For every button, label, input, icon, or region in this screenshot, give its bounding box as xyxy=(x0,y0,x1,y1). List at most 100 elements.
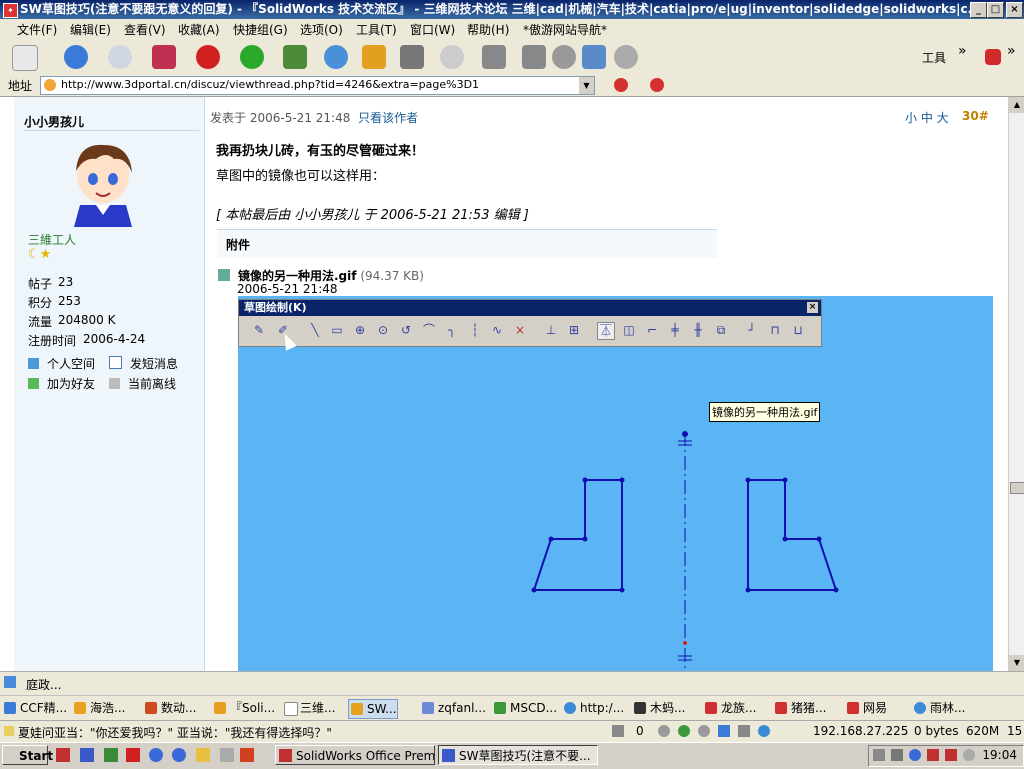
folder-icon[interactable] xyxy=(196,748,210,762)
attachment-name[interactable]: 镜像的另一种用法.gif xyxy=(238,269,356,283)
globe-icon[interactable] xyxy=(440,45,464,69)
users-icon[interactable] xyxy=(582,45,606,69)
add-friend-link[interactable]: 加为好友 xyxy=(28,375,95,392)
tab-label[interactable]: 海浩... xyxy=(90,701,125,715)
tab-label[interactable]: MSCD... xyxy=(510,701,557,715)
tab-label[interactable]: http:/... xyxy=(580,701,624,715)
send-message-label[interactable]: 发短消息 xyxy=(130,357,178,371)
trash-icon[interactable] xyxy=(612,725,624,737)
address-input[interactable]: http://www.3dportal.cn/discuz/viewthread… xyxy=(40,76,595,95)
font-size-buttons[interactable]: 小 中 大 xyxy=(905,109,949,126)
tab-label[interactable]: 网易 xyxy=(863,701,887,715)
tab-zhuzhu[interactable]: 猪猪... xyxy=(773,699,826,717)
toolbar-more[interactable]: » xyxy=(958,43,967,59)
camera-icon[interactable] xyxy=(400,45,424,69)
add-friend-label[interactable]: 加为好友 xyxy=(47,377,95,391)
tray-icon[interactable] xyxy=(891,749,903,761)
tab-ccf[interactable]: CCF精... xyxy=(2,699,67,717)
menu-view[interactable]: 查看(V) xyxy=(124,22,166,38)
back-icon[interactable] xyxy=(64,45,88,69)
quicklaunch-icon[interactable] xyxy=(56,748,70,762)
tab-label[interactable]: zqfanl... xyxy=(438,701,486,715)
address-url[interactable]: http://www.3dportal.cn/discuz/viewthread… xyxy=(61,78,479,91)
quicklaunch-icon[interactable] xyxy=(80,748,94,762)
tab-longzu[interactable]: 龙族... xyxy=(703,699,756,717)
favorites-icon[interactable] xyxy=(324,45,348,69)
taskbar-browser[interactable]: SW草图技巧(注意不要... xyxy=(438,745,598,765)
status-icon[interactable] xyxy=(718,725,730,737)
tab-solidworks-forum[interactable]: 『Soli... xyxy=(212,699,275,717)
alpha-icon[interactable] xyxy=(362,45,386,69)
send-message-link[interactable]: 发短消息 xyxy=(109,355,178,372)
author-name[interactable]: 小小男孩儿 xyxy=(24,113,84,130)
scroll-thumb[interactable] xyxy=(1010,482,1024,494)
menu-window[interactable]: 窗口(W) xyxy=(410,22,455,38)
tab-label[interactable]: 龙族... xyxy=(721,701,756,715)
quicklaunch-icon[interactable] xyxy=(126,748,140,762)
tab-shudong[interactable]: 数动... xyxy=(143,699,196,717)
status-icon[interactable] xyxy=(658,725,670,737)
tab-netease[interactable]: 网易 xyxy=(845,699,887,717)
toolbar-more-right[interactable]: » xyxy=(1007,43,1016,59)
task-label[interactable]: SW草图技巧(注意不要... xyxy=(459,749,591,763)
tab-label[interactable]: 木蚂... xyxy=(650,701,685,715)
quicklaunch-icon[interactable] xyxy=(240,748,254,762)
tab-mscd[interactable]: MSCD... xyxy=(492,699,557,717)
tray-icon[interactable] xyxy=(945,749,957,761)
quicklaunch-icon[interactable] xyxy=(104,748,118,762)
brand-icon[interactable] xyxy=(985,49,1001,65)
menu-file[interactable]: 文件(F) xyxy=(17,22,57,38)
personal-space-label[interactable]: 个人空间 xyxy=(47,357,95,371)
tab-label[interactable]: SW... xyxy=(367,702,397,716)
tab-haihao[interactable]: 海浩... xyxy=(72,699,125,717)
personal-space-link[interactable]: 个人空间 xyxy=(28,355,95,372)
tab-label[interactable]: 雨林... xyxy=(930,701,965,715)
timer-icon[interactable] xyxy=(614,45,638,69)
stop-icon[interactable] xyxy=(196,45,220,69)
restore-button[interactable]: □ xyxy=(987,2,1004,18)
start-label[interactable]: Start xyxy=(19,749,53,763)
tab-label[interactable]: 猪猪... xyxy=(791,701,826,715)
start-button[interactable]: Start xyxy=(2,745,53,765)
stop-small-icon[interactable] xyxy=(614,78,628,92)
status-icon[interactable] xyxy=(678,725,690,737)
vertical-scrollbar[interactable]: ▲ ▼ xyxy=(1008,97,1024,671)
tray-icon[interactable] xyxy=(963,749,975,761)
new-window-icon[interactable] xyxy=(12,45,38,71)
task-label[interactable]: SolidWorks Office Premiu... xyxy=(296,749,434,763)
menu-help[interactable]: 帮助(H) xyxy=(467,22,509,38)
menu-tools[interactable]: 工具(T) xyxy=(356,22,397,38)
tab-http[interactable]: http:/... xyxy=(562,699,624,717)
menu-favorites[interactable]: 收藏(A) xyxy=(178,22,220,38)
close-tab-icon[interactable] xyxy=(152,45,176,69)
clipboard-icon[interactable] xyxy=(522,45,546,69)
address-dropdown-icon[interactable]: ▼ xyxy=(579,77,594,94)
quicklaunch-icon[interactable] xyxy=(172,748,186,762)
tray-icon[interactable] xyxy=(873,749,885,761)
status-icon[interactable] xyxy=(738,725,750,737)
menu-groups[interactable]: 快捷组(G) xyxy=(233,22,288,38)
settings-icon[interactable] xyxy=(552,45,576,69)
tab-label[interactable]: 『Soli... xyxy=(230,701,275,715)
strip-item[interactable]: 庭政... xyxy=(26,676,61,693)
author-only-link[interactable]: 只看该作者 xyxy=(358,111,418,125)
quicklaunch-icon[interactable] xyxy=(220,748,234,762)
panel-icon[interactable] xyxy=(4,676,16,688)
clock[interactable]: 19:04 xyxy=(982,748,1017,762)
status-icon[interactable] xyxy=(698,725,710,737)
tab-sw-active[interactable]: SW... xyxy=(348,699,398,719)
tray-icon[interactable] xyxy=(927,749,939,761)
menu-site-nav[interactable]: *傲游网站导航* xyxy=(523,22,607,38)
forward-icon[interactable] xyxy=(108,45,132,69)
tab-yulin[interactable]: 雨林... xyxy=(912,699,965,717)
tab-label[interactable]: 数动... xyxy=(161,701,196,715)
close-button[interactable]: × xyxy=(1006,2,1023,18)
refresh-icon[interactable] xyxy=(240,45,264,69)
menu-options[interactable]: 选项(O) xyxy=(300,22,343,38)
quicklaunch-icon[interactable] xyxy=(149,748,163,762)
close-small-icon[interactable] xyxy=(650,78,664,92)
tab-sanwei[interactable]: 三维... xyxy=(282,699,335,717)
scroll-down-icon[interactable]: ▼ xyxy=(1009,655,1024,671)
minimize-button[interactable]: _ xyxy=(970,2,987,18)
network-icon[interactable] xyxy=(758,725,770,737)
